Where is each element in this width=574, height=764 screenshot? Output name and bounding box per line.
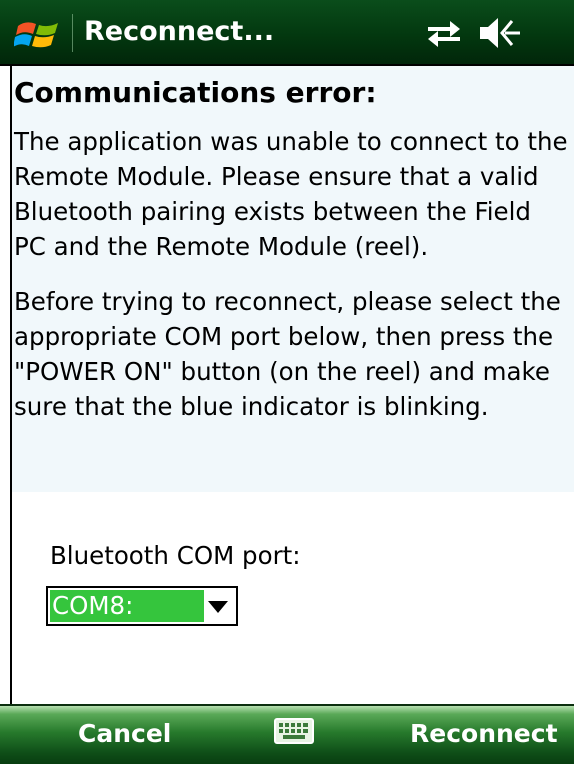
softkey-bar: Cancel Reconnect [0,704,574,764]
error-heading: Communications error: [14,76,377,109]
dropdown-arrow-icon[interactable] [208,601,228,613]
error-message-paragraph-1: The application was unable to connect to… [14,127,568,261]
com-port-selected-value[interactable]: COM8: [50,590,204,622]
dialog-content: Communications error: The application wa… [0,66,574,704]
keyboard-icon[interactable] [274,718,314,744]
title-separator [72,14,73,52]
com-port-label: Bluetooth COM port: [50,541,301,570]
com-port-dropdown[interactable]: COM8: [46,586,238,626]
windows-start-flag-icon[interactable] [14,14,62,54]
connectivity-arrows-icon[interactable] [424,18,464,48]
error-message-paragraph-2: Before trying to reconnect, please selec… [14,287,561,421]
title-bar: Reconnect... [0,0,574,66]
left-border [10,66,12,704]
window-title: Reconnect... [84,16,275,47]
volume-muted-icon[interactable] [478,16,522,50]
reconnect-button[interactable]: Reconnect [410,718,558,750]
cancel-button[interactable]: Cancel [78,718,171,750]
